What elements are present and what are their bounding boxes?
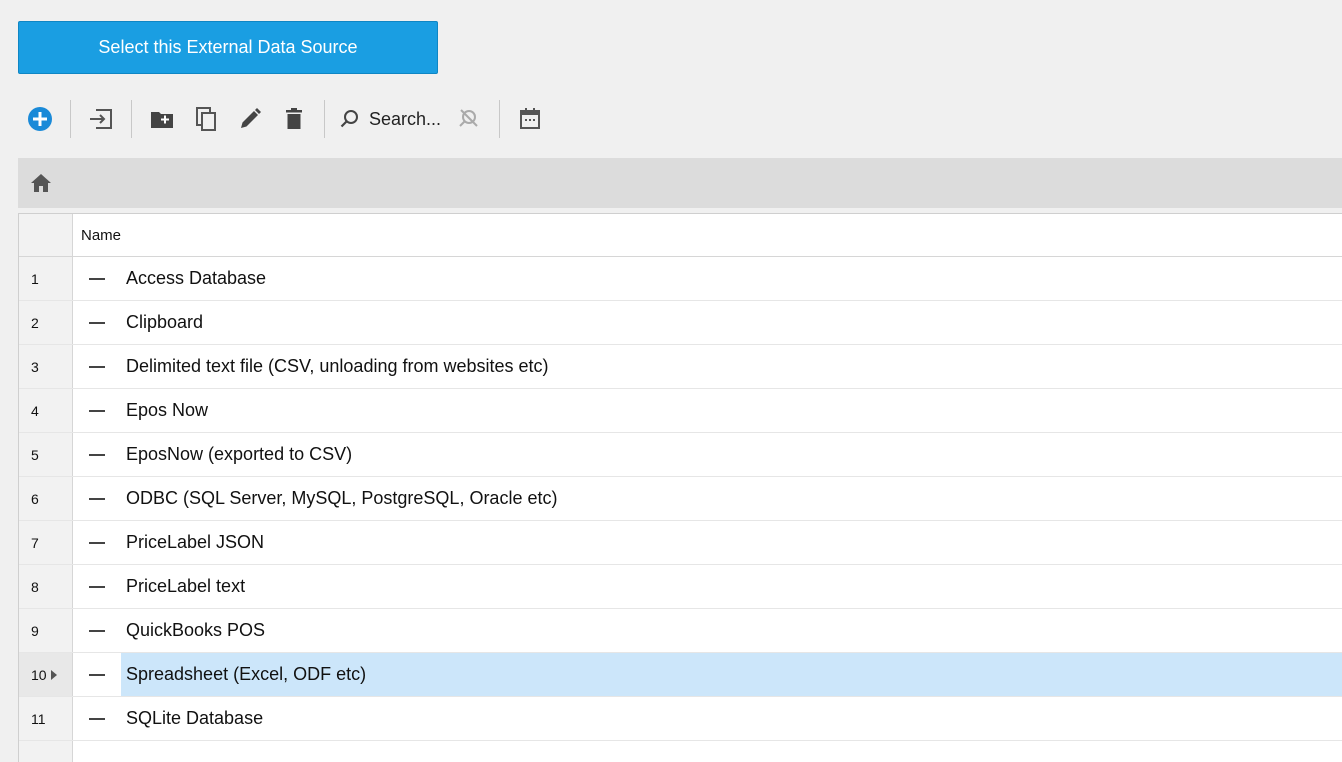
data-source-name: SQLite Database xyxy=(126,708,264,728)
table-row[interactable]: 8 PriceLabel text xyxy=(19,565,1342,609)
tree-line-cell xyxy=(73,301,121,344)
tree-line-cell xyxy=(73,389,121,432)
clear-search-icon[interactable] xyxy=(447,99,491,139)
table-row[interactable]: 7 PriceLabel JSON xyxy=(19,521,1342,565)
dash-icon xyxy=(89,629,105,632)
data-source-grid: Name 1 Access Database 2 Clipboard 3 Delimite… xyxy=(18,213,1342,762)
copy-icon[interactable] xyxy=(184,99,228,139)
row-number: 5 xyxy=(19,433,73,476)
toolbar-divider xyxy=(131,100,132,138)
tree-line-cell xyxy=(73,345,121,388)
row-number-label: 8 xyxy=(31,578,39,595)
table-row[interactable]: 4 Epos Now xyxy=(19,389,1342,433)
add-icon[interactable] xyxy=(18,99,62,139)
row-number-header xyxy=(19,214,73,256)
toolbar: Search... xyxy=(18,96,552,142)
delete-icon[interactable] xyxy=(272,99,316,139)
row-number: 6 xyxy=(19,477,73,520)
row-number-label: 5 xyxy=(31,446,39,463)
row-number: 9 xyxy=(19,609,73,652)
toolbar-divider xyxy=(70,100,71,138)
row-number-label: 4 xyxy=(31,402,39,419)
tree-line-cell xyxy=(73,697,121,740)
search-label: Search... xyxy=(369,108,442,129)
grid-header: Name xyxy=(19,214,1342,257)
table-row[interactable]: 9 QuickBooks POS xyxy=(19,609,1342,653)
grid-body: 1 Access Database 2 Clipboard 3 Delimited tex… xyxy=(19,257,1342,741)
table-row[interactable]: 3 Delimited text file (CSV, unloading fro… xyxy=(19,345,1342,389)
new-folder-icon[interactable] xyxy=(140,99,184,139)
row-number: 1 xyxy=(19,257,73,300)
dash-icon xyxy=(89,585,105,588)
select-external-data-source-button[interactable]: Select this External Data Source xyxy=(18,21,438,74)
row-number-label: 9 xyxy=(31,622,39,639)
data-source-name: QuickBooks POS xyxy=(126,620,266,640)
search-icon xyxy=(339,108,361,130)
dash-icon xyxy=(89,409,105,412)
data-source-name: Delimited text file (CSV, unloading from… xyxy=(126,356,549,376)
toolbar-divider xyxy=(499,100,501,138)
data-source-name: Epos Now xyxy=(126,400,209,420)
table-row[interactable]: 6 ODBC (SQL Server, MySQL, PostgreSQL, Or… xyxy=(19,477,1342,521)
dash-icon xyxy=(89,321,105,324)
row-number-label: 2 xyxy=(31,314,39,331)
row-number: 2 xyxy=(19,301,73,344)
dash-icon xyxy=(89,541,105,544)
current-row-indicator-icon xyxy=(50,669,57,680)
tree-line-cell xyxy=(73,257,121,300)
grid-empty-area xyxy=(19,741,1342,762)
row-number: 4 xyxy=(19,389,73,432)
edit-icon[interactable] xyxy=(228,99,272,139)
search-button[interactable]: Search... xyxy=(333,99,447,139)
tree-line-cell xyxy=(73,609,121,652)
dash-icon xyxy=(89,277,105,280)
home-icon[interactable] xyxy=(18,160,64,206)
row-number-label: 1 xyxy=(31,270,39,287)
tree-line-cell xyxy=(73,565,121,608)
table-row[interactable]: 11 SQLite Database xyxy=(19,697,1342,741)
row-number-label: 10 xyxy=(31,666,47,683)
row-number: 10 xyxy=(19,653,73,696)
dash-icon xyxy=(89,497,105,500)
row-number-label: 11 xyxy=(31,710,46,727)
data-source-name: PriceLabel JSON xyxy=(126,532,265,552)
table-row[interactable]: 1 Access Database xyxy=(19,257,1342,301)
table-row[interactable]: 10 Spreadsheet (Excel, ODF etc) xyxy=(19,653,1342,697)
tree-line-cell xyxy=(73,477,121,520)
row-number: 7 xyxy=(19,521,73,564)
row-number: 11 xyxy=(19,697,73,740)
tree-line-cell xyxy=(73,653,121,696)
dash-icon xyxy=(89,365,105,368)
dash-icon xyxy=(89,673,105,676)
data-source-name: ODBC (SQL Server, MySQL, PostgreSQL, Ora… xyxy=(126,488,558,508)
table-row[interactable]: 5 EposNow (exported to CSV) xyxy=(19,433,1342,477)
row-number-gutter xyxy=(19,741,73,762)
row-number: 8 xyxy=(19,565,73,608)
import-icon[interactable] xyxy=(79,99,123,139)
data-source-name: EposNow (exported to CSV) xyxy=(126,444,353,464)
external-data-source-page: Select this External Data Source Search.… xyxy=(0,0,1342,762)
data-source-name: Clipboard xyxy=(126,312,204,332)
data-source-name: PriceLabel text xyxy=(126,576,246,596)
breadcrumb xyxy=(18,158,1342,208)
row-number-label: 6 xyxy=(31,490,39,507)
column-header-name[interactable]: Name xyxy=(73,214,1342,256)
data-source-name: Spreadsheet (Excel, ODF etc) xyxy=(121,653,1342,696)
row-number-label: 3 xyxy=(31,358,39,375)
tree-line-cell xyxy=(73,433,121,476)
row-number: 3 xyxy=(19,345,73,388)
row-number-label: 7 xyxy=(31,534,39,551)
table-row[interactable]: 2 Clipboard xyxy=(19,301,1342,345)
data-source-name: Access Database xyxy=(126,268,267,288)
tree-line-cell xyxy=(73,521,121,564)
dash-icon xyxy=(89,453,105,456)
dash-icon xyxy=(89,717,105,720)
calendar-icon[interactable] xyxy=(508,99,552,139)
toolbar-divider xyxy=(324,100,325,138)
